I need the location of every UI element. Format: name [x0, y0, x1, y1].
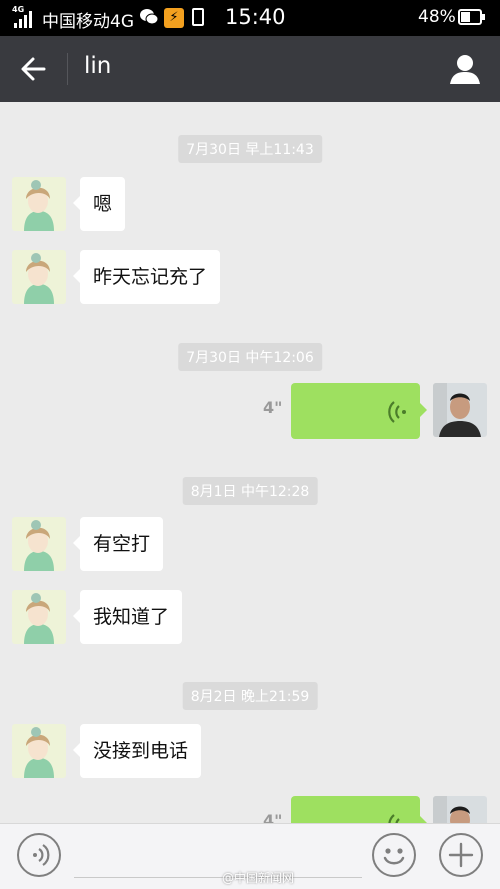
- voice-message-bubble[interactable]: [291, 796, 427, 823]
- carrier-label: 中国移动4G: [42, 12, 134, 32]
- signal-icon: 4G: [12, 5, 34, 30]
- message-bubble[interactable]: 没接到电话: [72, 724, 202, 778]
- clock: 15:40: [225, 5, 286, 29]
- contact-icon: [450, 55, 480, 84]
- back-button[interactable]: [14, 51, 54, 87]
- timestamp: 8月1日 中午12:28: [182, 477, 318, 505]
- message-bubble[interactable]: 昨天忘记充了: [72, 250, 221, 304]
- timestamp: 7月30日 中午12:06: [178, 343, 322, 371]
- voice-wave-icon: [33, 844, 50, 866]
- contact-avatar[interactable]: [12, 724, 66, 778]
- network-type: 4G: [12, 5, 25, 14]
- battery-percent: 48%: [418, 7, 456, 27]
- voice-wave-icon: [388, 814, 400, 823]
- watermark: @中国新闻网: [222, 871, 295, 885]
- my-avatar[interactable]: [433, 796, 487, 823]
- notification-icon: ⚡: [164, 8, 184, 28]
- voice-input-button[interactable]: [17, 833, 61, 877]
- battery-icon: [458, 9, 485, 25]
- header-divider: [67, 53, 68, 85]
- timestamp: 8月2日 晚上21:59: [182, 682, 318, 710]
- wechat-icon: [140, 9, 159, 25]
- message-bubble[interactable]: 我知道了: [72, 590, 183, 644]
- more-button[interactable]: [439, 833, 483, 877]
- voice-duration: 4": [263, 811, 283, 823]
- contact-avatar[interactable]: [12, 590, 66, 644]
- message-input[interactable]: [74, 877, 362, 878]
- emoji-button[interactable]: [372, 833, 416, 877]
- input-bar: @中国新闻网: [0, 823, 500, 889]
- voice-wave-icon: [388, 401, 406, 423]
- message-bubble[interactable]: 嗯: [72, 177, 126, 231]
- contact-info-button[interactable]: [445, 50, 485, 90]
- contact-avatar[interactable]: [12, 177, 66, 231]
- voice-duration: 4": [263, 398, 283, 417]
- chat-title: lin: [84, 53, 112, 79]
- plus-icon: [448, 842, 474, 868]
- my-avatar[interactable]: [433, 383, 487, 437]
- chat-header: lin: [0, 36, 500, 102]
- sim-icon: [192, 8, 204, 26]
- voice-message-bubble[interactable]: [291, 383, 427, 439]
- emoji-icon: [383, 848, 405, 865]
- contact-avatar[interactable]: [12, 250, 66, 304]
- contact-avatar[interactable]: [12, 517, 66, 571]
- message-list[interactable]: 7月30日 早上11:43 嗯 昨天忘记充了 7月30日 中午12:06 4" …: [0, 102, 500, 823]
- back-arrow-icon: [21, 57, 46, 81]
- status-bar: 4G 中国移动4G ⚡ 15:40 48%: [0, 0, 500, 36]
- message-bubble[interactable]: 有空打: [72, 517, 164, 571]
- timestamp: 7月30日 早上11:43: [178, 135, 322, 163]
